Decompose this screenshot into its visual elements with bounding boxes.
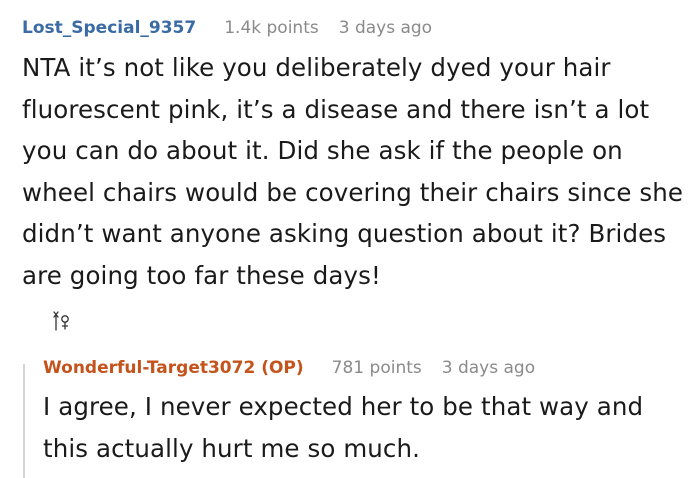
comment-body: I agree, I never expected her to be that… <box>43 392 644 463</box>
comment-timestamp[interactable]: 3 days ago <box>442 358 535 378</box>
comment-top-level: Lost_Special_9357 1.4k points 3 days ago… <box>22 18 692 296</box>
comment-timestamp[interactable]: 3 days ago <box>339 18 432 38</box>
comment-username[interactable]: Lost_Special_9357 <box>22 18 196 38</box>
thread-line[interactable] <box>23 364 25 478</box>
award-icon[interactable] <box>50 310 72 334</box>
comment-points: 781 points <box>331 358 422 378</box>
comment-username[interactable]: Wonderful-Target3072 (OP) <box>43 358 304 378</box>
comment-meta: Wonderful-Target3072 (OP) 781 points 3 d… <box>43 358 693 378</box>
comment-body: NTA it’s not like you deliberately dyed … <box>22 53 684 290</box>
comment-meta: Lost_Special_9357 1.4k points 3 days ago <box>22 18 692 38</box>
comment-points: 1.4k points <box>224 18 319 38</box>
comment-reply: Wonderful-Target3072 (OP) 781 points 3 d… <box>43 358 693 470</box>
